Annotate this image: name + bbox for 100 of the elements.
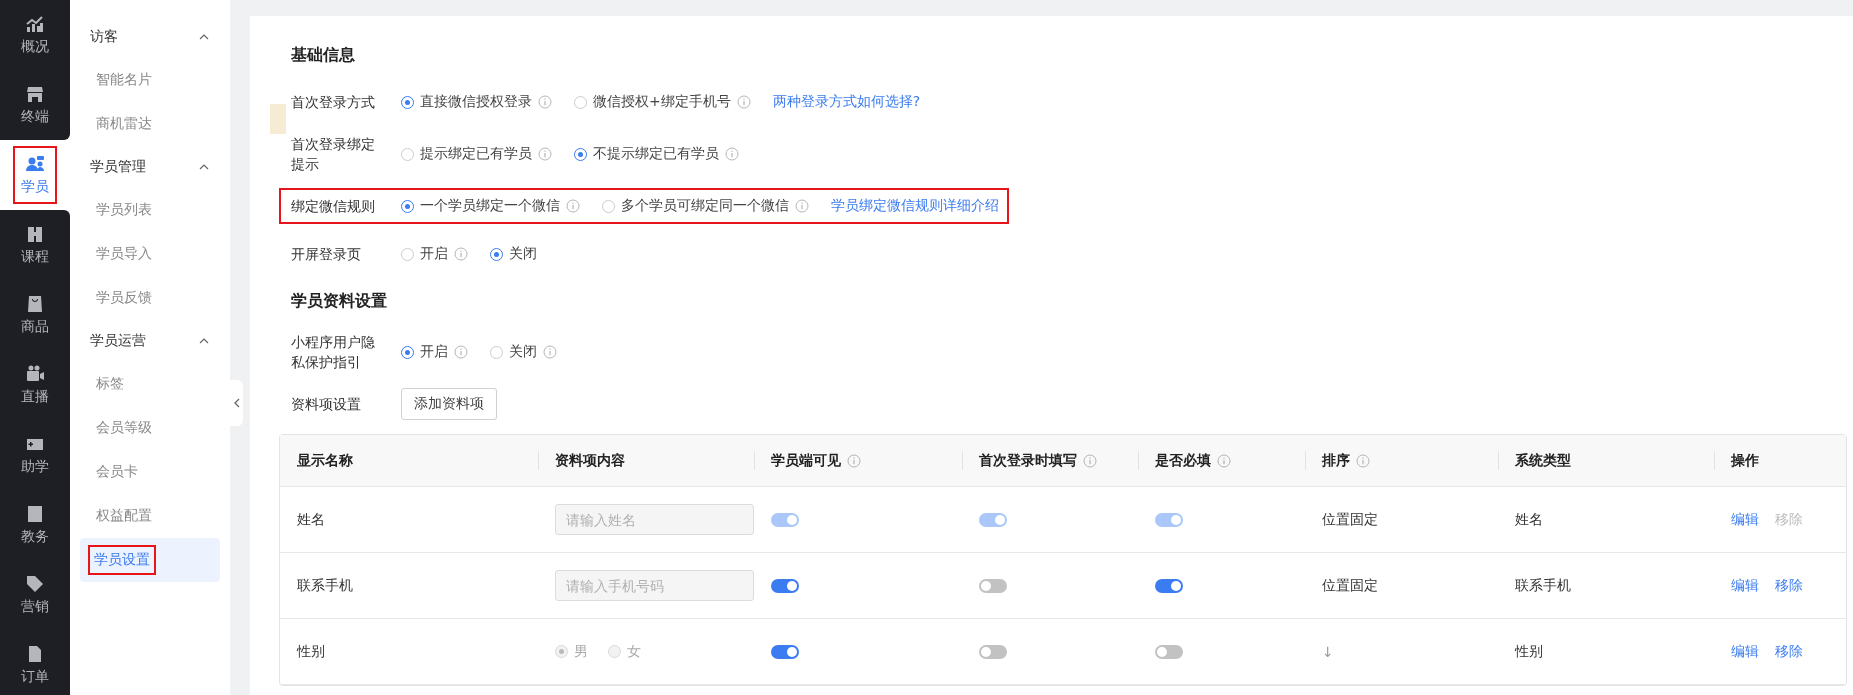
nav-item[interactable]: 教务 (0, 490, 70, 560)
toggle-switch[interactable] (979, 578, 1007, 593)
column-header: 系统类型 (1515, 451, 1571, 470)
collapse-handle[interactable] (230, 380, 243, 426)
radio-button[interactable] (602, 199, 615, 213)
submenu-item[interactable]: 会员等级 (80, 406, 220, 450)
radio-button[interactable] (490, 345, 503, 359)
people-icon (25, 154, 45, 174)
column-header: 显示名称 (297, 451, 353, 470)
radio-button[interactable] (574, 95, 587, 109)
action-link[interactable]: 编辑 (1731, 510, 1759, 529)
toggle-switch[interactable] (1155, 578, 1183, 593)
radio-button[interactable] (401, 95, 414, 109)
menu-group-header[interactable]: 访客 (70, 16, 230, 58)
radio-button[interactable] (490, 247, 503, 261)
table-cell: 性别 (297, 642, 325, 661)
radio-label: 微信授权+绑定手机号 (593, 93, 731, 111)
toggle-switch[interactable] (979, 644, 1007, 659)
nav-item[interactable]: 营销 (0, 560, 70, 630)
info-icon[interactable] (736, 95, 751, 109)
info-icon[interactable] (1356, 453, 1370, 468)
board-icon (25, 504, 45, 524)
store-icon (25, 84, 45, 104)
submenu-item[interactable]: 会员卡 (80, 450, 220, 494)
submenu-item[interactable]: 学员列表 (80, 188, 220, 232)
help-link[interactable]: 学员绑定微信规则详细介绍 (831, 197, 999, 215)
info-icon[interactable] (538, 147, 552, 161)
toggle-switch[interactable] (771, 644, 799, 659)
radio-label: 直接微信授权登录 (420, 93, 532, 111)
column-header: 资料项内容 (555, 451, 625, 470)
action-link[interactable]: 移除 (1775, 576, 1803, 595)
table-cell: 姓名 (297, 510, 325, 529)
radio-label: 关闭 (509, 245, 537, 263)
table-cell: 姓名 (1515, 510, 1543, 529)
submenu-item[interactable]: 商机雷达 (80, 102, 220, 146)
field-label: 开屏登录页 (291, 245, 362, 264)
info-icon[interactable] (454, 247, 468, 261)
nav-item[interactable]: 终端 (0, 70, 70, 140)
submenu-item[interactable]: 智能名片 (80, 58, 220, 102)
help-link[interactable]: 两种登录方式如何选择? (772, 93, 921, 111)
radio-button[interactable] (401, 345, 414, 359)
info-icon[interactable] (543, 345, 557, 359)
add-item-button[interactable]: 添加资料项 (401, 388, 497, 420)
column-header: 学员端可见 (771, 451, 841, 470)
group-title: 学员管理 (90, 158, 146, 176)
submenu-item[interactable]: 权益配置 (80, 494, 220, 538)
table-cell: 联系手机 (297, 576, 353, 595)
sort-arrow[interactable]: ↓ (1322, 643, 1334, 660)
group-title: 访客 (90, 28, 118, 46)
table-cell: 位置固定 (1322, 576, 1378, 595)
radio-button[interactable] (401, 199, 414, 213)
radio-button[interactable] (401, 147, 414, 161)
radio-label: 多个学员可绑定同一个微信 (621, 197, 789, 215)
info-icon[interactable] (725, 147, 739, 161)
toggle-switch[interactable] (1155, 644, 1183, 659)
info-icon[interactable] (538, 95, 552, 109)
group-title: 学员运营 (90, 332, 146, 350)
field-label: 绑定微信规则 (291, 197, 376, 216)
radio-label: 男 (574, 642, 588, 661)
table-cell: 联系手机 (1515, 576, 1571, 595)
toggle-switch[interactable] (771, 578, 799, 593)
radio-button[interactable] (401, 247, 414, 261)
menu-group-header[interactable]: 学员管理 (70, 146, 230, 188)
section-title: 学员资料设置 (291, 290, 388, 312)
info-icon[interactable] (847, 453, 861, 468)
action-link[interactable]: 编辑 (1731, 642, 1759, 661)
field-label: 小程序用户隐私保护指引 (291, 333, 376, 372)
info-icon[interactable] (1083, 453, 1097, 468)
field-label: 资料项设置 (291, 395, 362, 414)
submenu-item[interactable]: 标签 (80, 362, 220, 406)
nav-item[interactable]: 商品 (0, 280, 70, 350)
video-icon (25, 364, 45, 384)
submenu-item[interactable]: 学员设置 (80, 538, 220, 582)
nav-item[interactable]: 课程 (0, 210, 70, 280)
info-icon[interactable] (795, 199, 809, 213)
field-label: 首次登录绑定提示 (291, 135, 376, 174)
info-icon[interactable] (1217, 453, 1231, 468)
submenu-item[interactable]: 学员导入 (80, 232, 220, 276)
action-link[interactable]: 移除 (1775, 642, 1803, 661)
nav-item[interactable]: 概况 (0, 0, 70, 70)
radio-label: 开启 (420, 245, 448, 263)
table-cell: 性别 (1515, 642, 1543, 661)
column-header: 是否必填 (1155, 451, 1211, 470)
nav-item[interactable]: 直播 (0, 350, 70, 420)
info-icon[interactable] (566, 199, 580, 213)
bag-icon (25, 294, 45, 314)
radio-label: 关闭 (509, 343, 537, 361)
radio-button[interactable] (574, 147, 587, 161)
action-link[interactable]: 编辑 (1731, 576, 1759, 595)
nav-item[interactable]: 助学 (0, 420, 70, 490)
radio-label: 女 (627, 642, 641, 661)
radio-label: 开启 (420, 343, 448, 361)
tag-icon (25, 574, 45, 594)
info-icon[interactable] (454, 345, 468, 359)
table-cell: 位置固定 (1322, 510, 1378, 529)
radio-label: 一个学员绑定一个微信 (420, 197, 560, 215)
column-header: 排序 (1322, 451, 1350, 470)
menu-group-header[interactable]: 学员运营 (70, 320, 230, 362)
nav-item[interactable]: 订单 (0, 630, 70, 695)
submenu-item[interactable]: 学员反馈 (80, 276, 220, 320)
